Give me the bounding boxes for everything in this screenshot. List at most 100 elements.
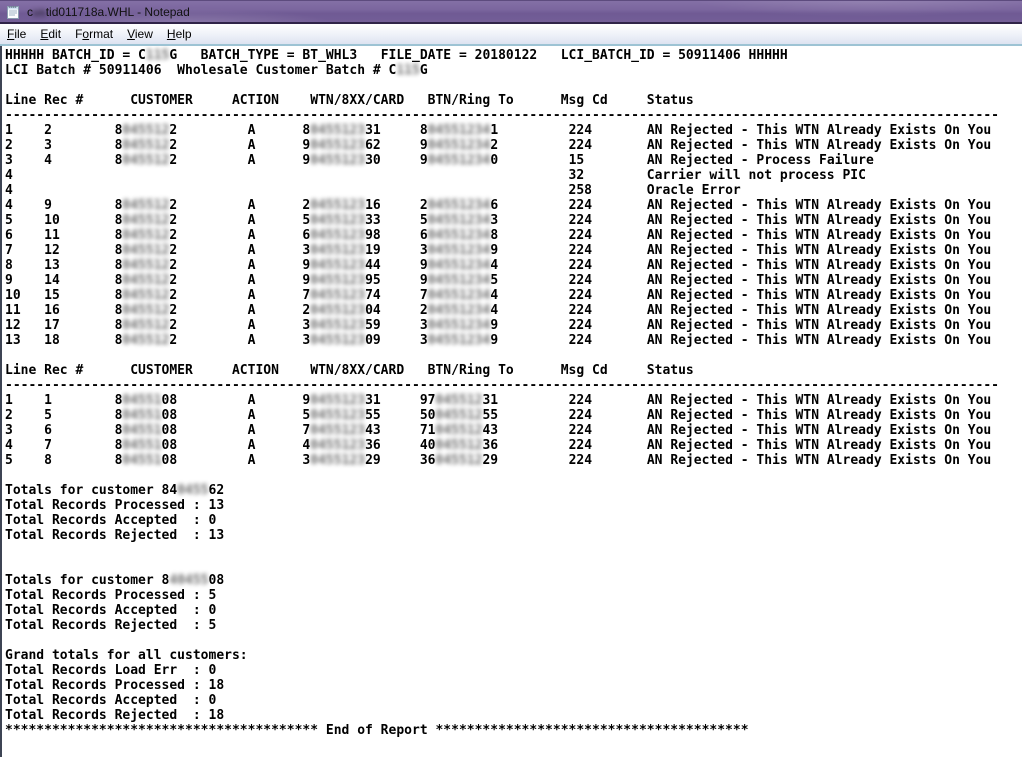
report-line: Total Records Processed : 13 bbox=[5, 498, 1022, 513]
report-text: HHHHH BATCH_ID = C115G BATCH_TYPE = BT_W… bbox=[5, 48, 1022, 738]
redacted-text: 045512 bbox=[122, 258, 169, 273]
menu-item-help[interactable]: Help bbox=[160, 24, 199, 44]
redacted-text: 115 bbox=[146, 48, 169, 63]
notepad-icon[interactable] bbox=[5, 4, 21, 20]
report-line: Totals for customer 84045508 bbox=[5, 573, 1022, 588]
redacted-text: 04551234 bbox=[428, 273, 491, 288]
menu-item-edit[interactable]: Edit bbox=[33, 24, 68, 44]
report-line: Total Records Rejected : 18 bbox=[5, 708, 1022, 723]
report-line: 5 10 80455122 A 5045512333 5045512343 22… bbox=[5, 213, 1022, 228]
window-title: custid011718a.WHL - Notepad bbox=[27, 5, 190, 19]
redacted-text: 0455123 bbox=[310, 258, 365, 273]
report-line: LCI Batch # 50911406 Wholesale Customer … bbox=[5, 63, 1022, 78]
redacted-text: 0455123 bbox=[310, 303, 365, 318]
report-line: Line Rec # CUSTOMER ACTION WTN/8XX/CARD … bbox=[5, 93, 1022, 108]
redacted-text: 0455123 bbox=[310, 153, 365, 168]
report-line: 1 2 80455122 A 8045512331 8045512341 224… bbox=[5, 123, 1022, 138]
report-line: ****************************************… bbox=[5, 723, 1022, 738]
report-line bbox=[5, 543, 1022, 558]
redacted-text: 0455123 bbox=[310, 243, 365, 258]
redacted-text: 04551234 bbox=[428, 303, 491, 318]
redacted-text: 04551234 bbox=[428, 318, 491, 333]
redacted-text: 045512 bbox=[436, 453, 483, 468]
report-line: Total Records Accepted : 0 bbox=[5, 513, 1022, 528]
redacted-text: 04551234 bbox=[428, 198, 491, 213]
report-line: HHHHH BATCH_ID = C115G BATCH_TYPE = BT_W… bbox=[5, 48, 1022, 63]
report-line: Line Rec # CUSTOMER ACTION WTN/8XX/CARD … bbox=[5, 363, 1022, 378]
redacted-text: 045512 bbox=[436, 408, 483, 423]
redacted-text: 0455123 bbox=[310, 138, 365, 153]
report-line: 3 6 80455108 A 7045512343 7104551243 224… bbox=[5, 423, 1022, 438]
redacted-text: 045512 bbox=[122, 333, 169, 348]
report-line: 4 258 Oracle Error bbox=[5, 183, 1022, 198]
redacted-text: 045512 bbox=[122, 273, 169, 288]
redacted-text: 0455123 bbox=[310, 318, 365, 333]
redacted-text: 0455123 bbox=[310, 453, 365, 468]
report-line: 9 14 80455122 A 9045512395 9045512345 22… bbox=[5, 273, 1022, 288]
report-line: Total Records Accepted : 0 bbox=[5, 603, 1022, 618]
menu-item-view[interactable]: View bbox=[120, 24, 160, 44]
redacted-text: 045512 bbox=[122, 213, 169, 228]
redacted-text: 04551 bbox=[122, 423, 161, 438]
window-title-suffix: tid011718a.WHL - Notepad bbox=[46, 5, 190, 19]
report-line bbox=[5, 558, 1022, 573]
redacted-text: 045512 bbox=[122, 243, 169, 258]
redacted-text: 0455123 bbox=[310, 333, 365, 348]
redacted-text: 04551234 bbox=[428, 153, 491, 168]
report-line: Total Records Rejected : 5 bbox=[5, 618, 1022, 633]
report-line: Total Records Processed : 18 bbox=[5, 678, 1022, 693]
redacted-text: 0455123 bbox=[310, 273, 365, 288]
report-line: 12 17 80455122 A 3045512359 3045512349 2… bbox=[5, 318, 1022, 333]
report-line: 13 18 80455122 A 3045512309 3045512349 2… bbox=[5, 333, 1022, 348]
report-line: 1 1 80455108 A 9045512331 9704551231 224… bbox=[5, 393, 1022, 408]
report-line: ----------------------------------------… bbox=[5, 108, 1022, 123]
report-line bbox=[5, 78, 1022, 93]
redacted-text: 0455 bbox=[177, 483, 208, 498]
redacted-text: 045512 bbox=[122, 138, 169, 153]
redacted-text: 04551234 bbox=[428, 138, 491, 153]
redacted-text: 0455123 bbox=[310, 408, 365, 423]
redacted-text: 045512 bbox=[122, 303, 169, 318]
redacted-text: 04551 bbox=[122, 393, 161, 408]
report-line: Total Records Accepted : 0 bbox=[5, 693, 1022, 708]
redacted-text: 045512 bbox=[122, 153, 169, 168]
redacted-text: 0455123 bbox=[310, 438, 365, 453]
redacted-text: 045512 bbox=[122, 123, 169, 138]
redacted-text: 045512 bbox=[122, 198, 169, 213]
redacted-text: 0455123 bbox=[310, 123, 365, 138]
report-line: ----------------------------------------… bbox=[5, 378, 1022, 393]
report-line: 8 13 80455122 A 9045512344 9045512344 22… bbox=[5, 258, 1022, 273]
report-line: 10 15 80455122 A 7045512374 7045512344 2… bbox=[5, 288, 1022, 303]
redacted-text: 045512 bbox=[122, 318, 169, 333]
report-line: 6 11 80455122 A 6045512398 6045512348 22… bbox=[5, 228, 1022, 243]
redacted-text: 115 bbox=[396, 63, 419, 78]
menu-item-format[interactable]: Format bbox=[68, 24, 120, 44]
report-line bbox=[5, 633, 1022, 648]
menu-bar: FileEditFormatViewHelp bbox=[0, 24, 1022, 46]
report-line: Total Records Rejected : 13 bbox=[5, 528, 1022, 543]
redacted-text: 04551234 bbox=[428, 228, 491, 243]
redacted-text: 0455123 bbox=[310, 288, 365, 303]
redacted-text: 0455123 bbox=[310, 423, 365, 438]
redacted-text: 045512 bbox=[122, 228, 169, 243]
menu-item-file[interactable]: File bbox=[0, 24, 33, 44]
report-line: 3 4 80455122 A 9045512330 9045512340 15 … bbox=[5, 153, 1022, 168]
redacted-text: 045512 bbox=[122, 288, 169, 303]
redacted-text: 0455123 bbox=[310, 228, 365, 243]
redacted-text: 04551234 bbox=[428, 243, 491, 258]
text-editor[interactable]: HHHHH BATCH_ID = C115G BATCH_TYPE = BT_W… bbox=[0, 46, 1022, 757]
redacted-text: 04551 bbox=[122, 408, 161, 423]
redacted-text: 04551234 bbox=[428, 213, 491, 228]
notepad-window: custid011718a.WHL - Notepad FileEditForm… bbox=[0, 0, 1022, 757]
report-line: 5 8 80455108 A 3045512329 3604551229 224… bbox=[5, 453, 1022, 468]
redacted-text: 04551234 bbox=[428, 123, 491, 138]
report-line: 4 7 80455108 A 4045512336 4004551236 224… bbox=[5, 438, 1022, 453]
redacted-text: 0455123 bbox=[310, 213, 365, 228]
redacted-text: 04551234 bbox=[428, 288, 491, 303]
report-line: Totals for customer 84045562 bbox=[5, 483, 1022, 498]
report-line: 2 5 80455108 A 5045512355 5004551255 224… bbox=[5, 408, 1022, 423]
report-line: Total Records Load Err : 0 bbox=[5, 663, 1022, 678]
report-line: Grand totals for all customers: bbox=[5, 648, 1022, 663]
report-line: 11 16 80455122 A 2045512304 2045512344 2… bbox=[5, 303, 1022, 318]
title-bar[interactable]: custid011718a.WHL - Notepad bbox=[0, 0, 1022, 24]
